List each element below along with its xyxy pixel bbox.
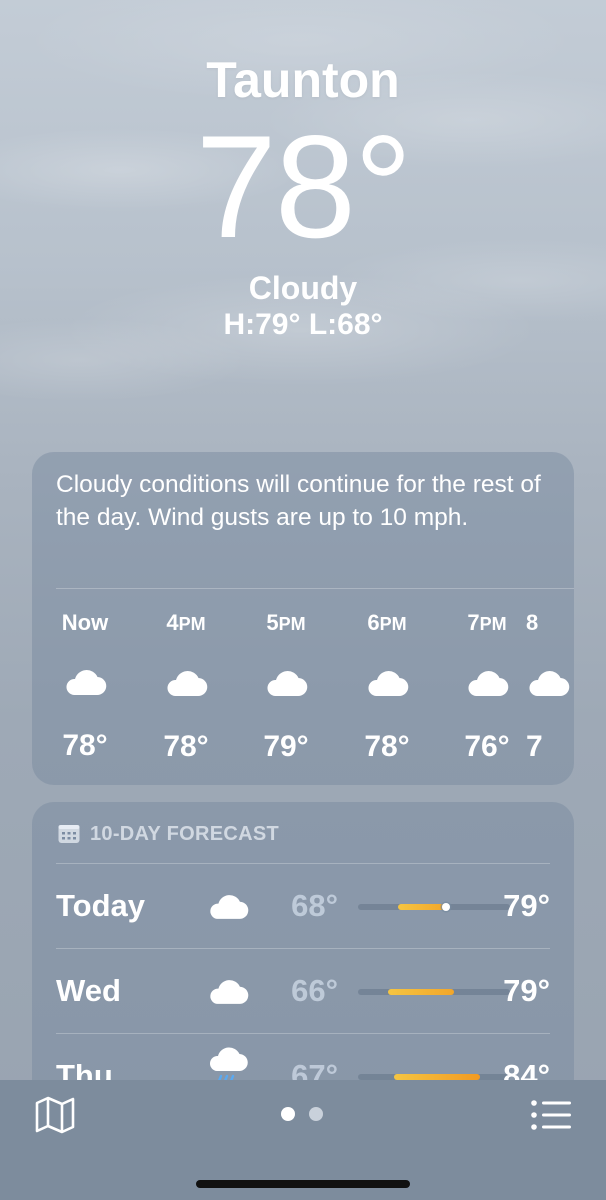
forecast-row[interactable]: Today 68° 79° xyxy=(56,864,550,948)
hour-label: Now xyxy=(61,610,109,635)
page-dot[interactable] xyxy=(309,1107,323,1121)
hour-item: 8 7 xyxy=(526,608,574,765)
cloud-icon xyxy=(241,659,331,707)
low-temperature: 68° xyxy=(291,888,338,923)
home-indicator[interactable] xyxy=(196,1180,410,1188)
low-temperature: 66° xyxy=(291,973,338,1008)
hour-label: 8 xyxy=(526,610,539,635)
temperature-range-bar xyxy=(358,903,510,911)
current-temperature: 78° xyxy=(195,105,413,268)
hourly-forecast-card[interactable]: Cloudy conditions will continue for the … xyxy=(32,452,574,785)
cloud-icon xyxy=(442,659,532,707)
high-temperature: 79° xyxy=(503,888,550,923)
hour-label: 6 xyxy=(367,610,380,635)
current-temperature-marker xyxy=(442,903,451,911)
forecast-header: 10-DAY FORECAST xyxy=(58,820,279,848)
forecast-row[interactable]: Wed 66° 79° xyxy=(56,949,550,1033)
page-dot-active[interactable] xyxy=(281,1107,295,1121)
high-low-label: H:79° L:68° xyxy=(223,308,383,341)
cloud-icon xyxy=(526,659,574,707)
page-indicator[interactable] xyxy=(281,1107,323,1121)
cloud-icon xyxy=(40,658,130,706)
forecast-title: 10-DAY FORECAST xyxy=(90,822,279,845)
current-conditions: Taunton 78° Cloudy H:79° L:68° xyxy=(0,50,606,342)
day-name: Today xyxy=(56,888,145,923)
hour-label: 7 xyxy=(467,610,480,635)
hour-label: 4 xyxy=(166,610,179,635)
hour-label: 5 xyxy=(266,610,279,635)
hour-temperature: 78° xyxy=(62,729,108,762)
cloud-icon xyxy=(204,971,252,1011)
temperature-range-bar xyxy=(358,989,510,995)
hour-suffix: PM xyxy=(379,614,407,634)
hour-temperature: 78° xyxy=(163,730,209,763)
card-divider xyxy=(56,588,574,589)
hour-item: Now 78° xyxy=(40,608,130,764)
hour-item: 4PM 78° xyxy=(141,608,231,765)
temperature-range-fill xyxy=(397,904,447,910)
day-name: Wed xyxy=(56,973,121,1008)
hour-item: 5PM 79° xyxy=(241,608,331,765)
map-icon[interactable] xyxy=(34,1094,76,1136)
calendar-icon xyxy=(58,824,80,844)
hour-temperature: 76° xyxy=(464,730,510,763)
hour-item: 7PM 76° xyxy=(442,608,532,765)
cloud-icon xyxy=(141,659,231,707)
cloud-icon xyxy=(204,886,252,926)
condition-label: Cloudy xyxy=(248,270,358,306)
high-temperature: 79° xyxy=(503,973,550,1008)
hour-suffix: PM xyxy=(479,614,507,634)
list-icon[interactable] xyxy=(530,1098,572,1132)
hour-item: 6PM 78° xyxy=(342,608,432,765)
hour-temperature: 79° xyxy=(263,730,309,763)
hour-temperature: 78° xyxy=(364,730,410,763)
hour-suffix: PM xyxy=(178,614,206,634)
weather-summary: Cloudy conditions will continue for the … xyxy=(56,471,541,531)
city-name: Taunton xyxy=(206,52,400,108)
hour-suffix: PM xyxy=(278,614,306,634)
temperature-range-fill xyxy=(388,989,454,995)
cloud-icon xyxy=(342,659,432,707)
hour-temperature: 7 xyxy=(526,730,543,763)
